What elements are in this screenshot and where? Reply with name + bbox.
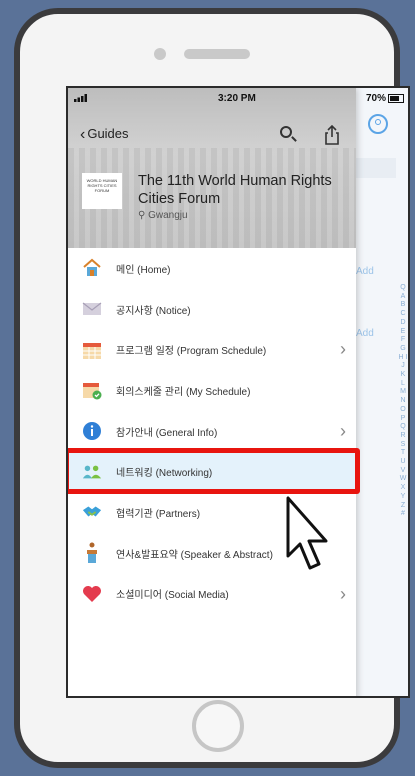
menu-item-label: 회의스케줄 관리 (My Schedule) [116,386,251,398]
home-button[interactable] [192,700,244,752]
menu-item-label: 협력기관 (Partners) [116,508,201,520]
menu-item-label: 공지사항 (Notice) [116,305,191,317]
menu-item-general-info[interactable]: 참가안내 (General Info) › [68,411,356,452]
menu-item-home[interactable]: 메인 (Home) [68,248,356,289]
event-location: ⚲ Gwangju [138,210,188,221]
menu-item-networking[interactable]: 네트워킹 (Networking) [68,448,360,495]
event-title: The 11th World Human Rights Cities Forum [138,173,332,207]
chevron-right-icon: › [340,339,346,360]
battery-icon [388,93,404,103]
home-icon [82,258,102,278]
menu-item-social-media[interactable]: 소셜미디어 (Social Media) › [68,574,356,615]
signal-icon [74,94,88,105]
menu-item-label: 연사&발표요약 (Speaker & Abstract) [116,549,273,561]
forum-logo: WORLD HUMAN RIGHTS CITIES FORUM [82,173,122,209]
side-drawer: ‹ Guides WORLD HUMAN RIGHTS CITIES FORUM … [68,88,360,696]
calendar-icon [82,340,102,360]
battery-text: 70% [365,93,386,104]
podium-icon [82,542,102,564]
menu-item-label: 프로그램 일정 (Program Schedule) [116,346,267,358]
search-icon[interactable] [280,126,292,138]
chevron-right-icon: › [340,583,346,604]
app-screen: Add Add Q A B C D E F G H I J K L M N O … [66,86,410,698]
chevron-right-icon: › [340,420,346,441]
share-icon[interactable] [324,125,340,145]
heart-icon [82,584,102,604]
location-pin-icon: ⚲ [138,210,149,221]
back-button[interactable]: ‹ Guides [80,126,129,144]
location-text: Gwangju [148,210,188,221]
add-button[interactable]: Add [356,266,374,277]
menu-item-label: 참가안내 (General Info) [116,427,218,439]
profile-icon[interactable] [368,114,388,134]
selection-highlight [68,448,360,495]
menu-item-label: 소셜미디어 (Social Media) [116,590,229,602]
menu-item-my-schedule[interactable]: 회의스케줄 관리 (My Schedule) [68,370,356,411]
phone-frame: Add Add Q A B C D E F G H I J K L M N O … [14,8,410,768]
mouse-pointer-icon [286,496,328,570]
handshake-icon [82,502,102,522]
battery-indicator: 70% [366,93,404,104]
envelope-icon [82,299,102,319]
status-time: 3:20 PM [218,93,256,104]
menu-item-program-schedule[interactable]: 프로그램 일정 (Program Schedule) › [68,329,356,370]
menu-item-notice[interactable]: 공지사항 (Notice) [68,289,356,330]
camera-dot [154,48,166,60]
event-header: ‹ Guides WORLD HUMAN RIGHTS CITIES FORUM … [68,88,356,248]
speaker-slot [184,49,250,59]
chevron-left-icon: ‹ [80,126,86,143]
status-bar: 3:20 PM 70% [68,88,408,110]
background-bar [356,158,396,178]
back-label: Guides [87,126,129,141]
calendar-check-icon [82,380,102,400]
index-scrubber[interactable]: Q A B C D E F G H I J K L M N O P Q R S … [398,284,408,519]
info-icon [82,421,102,441]
menu-item-label: 메인 (Home) [116,264,171,276]
add-button[interactable]: Add [356,328,374,339]
background-list: Add Add Q A B C D E F G H I J K L M N O … [356,88,408,696]
